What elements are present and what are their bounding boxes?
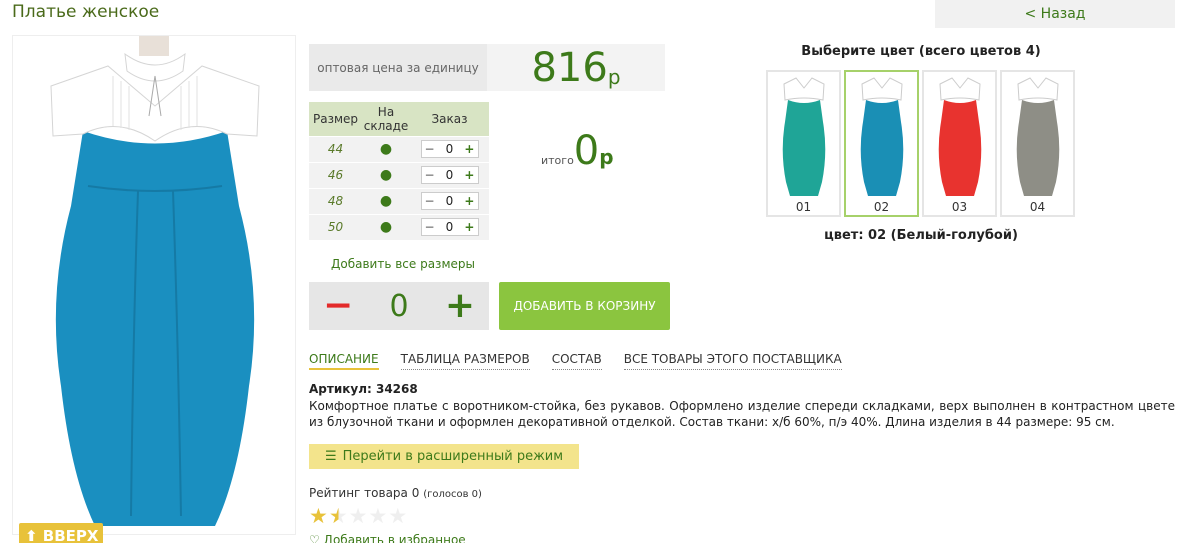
color-code: 01 — [795, 200, 812, 214]
tab-supplier-products[interactable]: ВСЕ ТОВАРЫ ЭТОГО ПОСТАВЩИКА — [623, 352, 842, 370]
decrement-button[interactable]: − — [425, 194, 435, 208]
decrement-button[interactable]: − — [425, 142, 435, 156]
list-icon: ☰ — [324, 449, 337, 464]
table-row: 50 ● −0 + — [309, 213, 489, 240]
extended-mode-button[interactable]: ☰ Перейти в расширенный режим — [309, 444, 579, 469]
star-icon[interactable]: ★ — [388, 505, 407, 527]
color-code: 03 — [951, 200, 968, 214]
color-swatch[interactable]: 01 — [766, 70, 841, 217]
size-quantity[interactable]: 0 — [446, 220, 454, 234]
decrement-button[interactable]: − — [425, 220, 435, 234]
size-quantity-stepper[interactable]: −0 + — [420, 218, 479, 237]
product-tabs: ОПИСАНИЕ ТАБЛИЦА РАЗМЕРОВ СОСТАВ ВСЕ ТОВ… — [309, 352, 842, 370]
star-icon[interactable]: ★ — [368, 505, 387, 527]
scroll-top-button[interactable]: ⬆ ВВЕРХ — [19, 523, 103, 543]
header-order: Заказ — [410, 102, 489, 136]
add-to-favorites-link[interactable]: ♡ Добавить в избранное — [309, 533, 466, 543]
rating-votes: (голосов 0) — [423, 489, 482, 500]
star-icon[interactable]: ★ — [349, 505, 368, 527]
size-value: 50 — [309, 213, 362, 240]
size-quantity[interactable]: 0 — [446, 168, 454, 182]
star-icon[interactable]: ★ — [309, 505, 328, 527]
stock-indicator: ● — [362, 213, 410, 240]
color-code: 04 — [1029, 200, 1046, 214]
size-quantity-stepper[interactable]: −0 + — [420, 166, 479, 184]
stock-indicator: ● — [362, 135, 410, 162]
header-stock: На складе — [362, 102, 410, 136]
quantity-value[interactable]: 0 — [389, 289, 408, 324]
quantity-decrement-button[interactable]: − — [323, 288, 353, 324]
size-quantity-stepper[interactable]: −0 + — [420, 140, 479, 158]
header-size: Размер — [309, 102, 362, 136]
back-button[interactable]: < Назад — [935, 0, 1175, 28]
price-label: оптовая цена за единицу — [309, 44, 487, 91]
tab-description[interactable]: ОПИСАНИЕ — [309, 352, 379, 370]
decrement-button[interactable]: − — [425, 168, 435, 182]
selected-color-label: цвет: 02 (Белый-голубой) — [824, 228, 1018, 243]
increment-button[interactable]: + — [464, 168, 474, 182]
total-currency: р — [599, 145, 614, 169]
stock-indicator: ● — [362, 161, 410, 188]
product-photo[interactable] — [12, 35, 296, 535]
table-row: 44 ● −0 + — [309, 135, 489, 162]
color-picker-title: Выберите цвет (всего цветов 4) — [801, 44, 1041, 59]
color-swatches: 01 02 03 04 — [766, 70, 1075, 217]
rating: Рейтинг товара 0 (голосов 0) — [309, 486, 482, 500]
total-value: 0 — [573, 128, 600, 174]
price-value: 816 р — [487, 44, 665, 91]
table-row: 46 ● −0 + — [309, 161, 489, 188]
rating-stars[interactable]: ★ ★ ★ ★ ★ — [309, 505, 407, 527]
size-quantity[interactable]: 0 — [446, 194, 454, 208]
favorites-label: Добавить в избранное — [323, 533, 466, 543]
quantity-stepper[interactable]: − 0 + — [309, 282, 489, 330]
increment-button[interactable]: + — [464, 194, 474, 208]
sizes-table: Размер На складе Заказ 44 ● −0 + 46 ● −0 +… — [309, 102, 489, 240]
color-swatch[interactable]: 03 — [922, 70, 997, 217]
total: итого0р — [541, 128, 614, 174]
heart-icon: ♡ — [309, 533, 320, 543]
size-value: 46 — [309, 161, 362, 188]
price-box: оптовая цена за единицу 816 р — [309, 44, 665, 91]
star-icon[interactable]: ★ — [329, 505, 348, 527]
color-swatch[interactable]: 02 — [844, 70, 919, 217]
total-label: итого — [541, 154, 574, 167]
add-all-sizes-link[interactable]: Добавить все размеры — [331, 257, 475, 271]
stock-indicator: ● — [362, 187, 410, 214]
size-value: 44 — [309, 135, 362, 162]
article-number: Артикул: 34268 — [309, 382, 418, 396]
size-quantity[interactable]: 0 — [446, 142, 454, 156]
page-title: Платье женское — [12, 2, 160, 22]
size-quantity-stepper[interactable]: −0 + — [420, 192, 479, 210]
size-value: 48 — [309, 187, 362, 214]
add-to-cart-button[interactable]: ДОБАВИТЬ В КОРЗИНУ — [499, 282, 670, 330]
table-row: 48 ● −0 + — [309, 187, 489, 214]
increment-button[interactable]: + — [464, 142, 474, 156]
extended-mode-label: Перейти в расширенный режим — [342, 449, 564, 464]
product-description: Комфортное платье с воротником-стойка, б… — [309, 399, 1175, 429]
rating-label: Рейтинг товара 0 — [309, 486, 420, 500]
price-amount: 816 — [531, 44, 608, 91]
quantity-increment-button[interactable]: + — [445, 288, 475, 324]
tab-composition[interactable]: СОСТАВ — [551, 352, 602, 370]
color-swatch[interactable]: 04 — [1000, 70, 1075, 217]
tab-size-table[interactable]: ТАБЛИЦА РАЗМЕРОВ — [400, 352, 530, 370]
increment-button[interactable]: + — [464, 220, 474, 234]
color-code: 02 — [873, 200, 890, 214]
price-currency: р — [607, 64, 621, 89]
